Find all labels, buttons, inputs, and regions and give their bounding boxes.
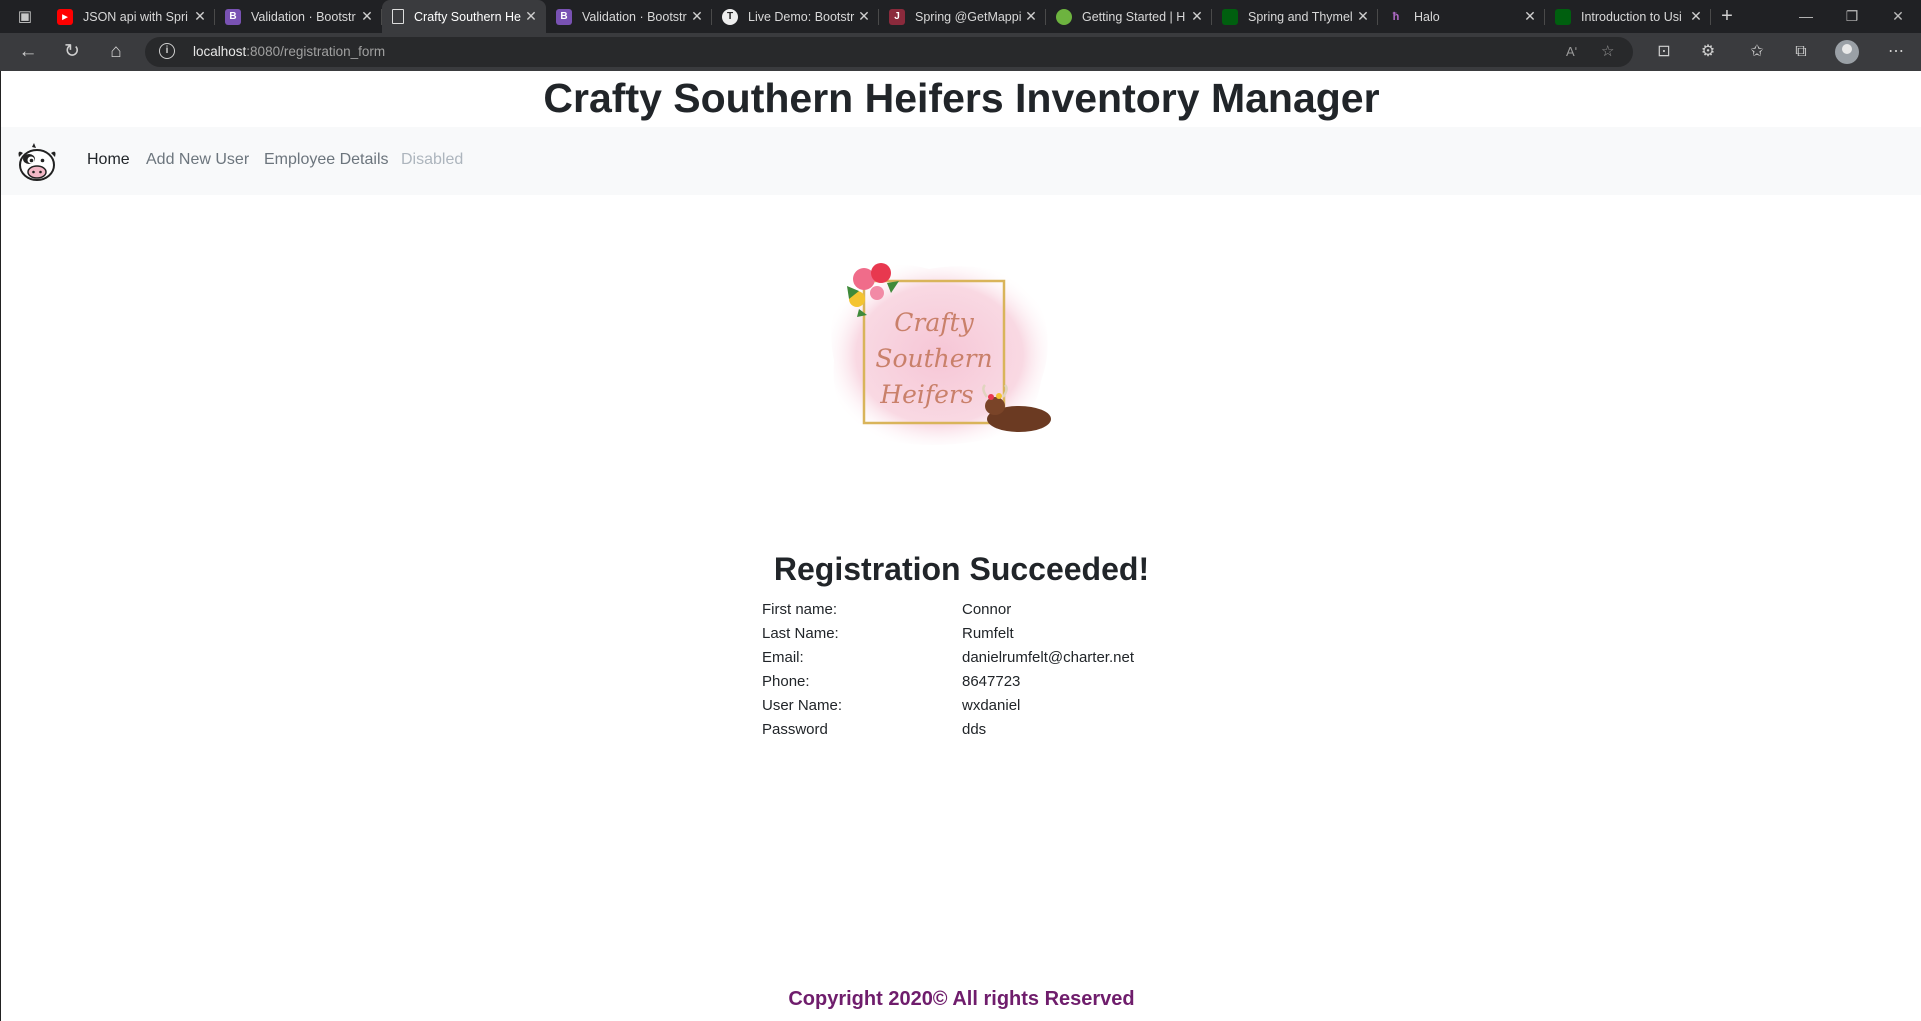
more-menu-icon[interactable]: ⋯ — [1882, 38, 1910, 66]
tab-actions-icon[interactable]: ▣ — [14, 0, 36, 33]
url-path: :8080/registration_form — [246, 44, 386, 59]
logo-text-line: Heifers — [879, 380, 973, 409]
url-host: localhost — [193, 44, 247, 59]
tab-title: Spring @GetMappi — [915, 9, 1022, 24]
tab-title: Validation · Bootstr — [582, 9, 687, 24]
field-row: Email: danielrumfelt@charter.net — [762, 649, 1362, 673]
java-icon: J — [889, 8, 905, 25]
tab-title: Halo — [1414, 9, 1440, 24]
close-tab-icon[interactable]: ✕ — [1022, 8, 1040, 25]
browser-tab[interactable]: J Spring @GetMappi ✕ — [879, 0, 1046, 33]
app-available-icon[interactable]: ⊡ — [1650, 38, 1678, 66]
browser-toolbar: ← ↻ ⌂ i localhost:8080/registration_form… — [0, 33, 1921, 71]
halo-icon: ћ — [1392, 10, 1400, 23]
thymeleaf-icon — [1222, 8, 1238, 25]
tab-title: Crafty Southern He — [414, 9, 521, 24]
browser-tab[interactable]: Introduction to Usi ✕ — [1545, 0, 1711, 33]
nav-disabled: Disabled — [401, 151, 464, 168]
url-text: localhost:8080/registration_form — [193, 37, 385, 67]
close-tab-icon[interactable]: ✕ — [191, 8, 209, 25]
close-tab-icon[interactable]: ✕ — [522, 8, 540, 25]
field-row: Phone: 8647723 — [762, 673, 1362, 697]
site-title: Crafty Southern Heifers Inventory Manage… — [543, 75, 1380, 121]
field-row: First name: Connor — [762, 601, 1362, 625]
profile-avatar[interactable] — [1835, 40, 1859, 64]
browser-tab[interactable]: B Validation · Bootstr ✕ — [546, 0, 712, 33]
read-aloud-icon[interactable]: Aʹ — [1566, 37, 1577, 67]
back-arrow-icon[interactable]: ← — [14, 38, 42, 66]
collections-icon[interactable]: ⧉ — [1787, 38, 1815, 66]
close-window-icon[interactable]: ✕ — [1875, 0, 1921, 33]
field-row: User Name: wxdaniel — [762, 697, 1362, 721]
browser-tab[interactable]: ћ Halo ✕ — [1378, 0, 1545, 33]
page-icon — [392, 9, 404, 24]
field-value: dds — [962, 721, 987, 738]
footer-copyright: Copyright 2020© All rights Reserved — [788, 988, 1135, 1010]
browser-tab[interactable]: B Validation · Bootstr ✕ — [215, 0, 382, 33]
tab-title: Validation · Bootstr — [251, 9, 356, 24]
field-label: Email: — [762, 649, 804, 666]
browser-tab[interactable]: T Live Demo: Bootstr ✕ — [712, 0, 879, 33]
favorite-add-icon[interactable]: ☆ — [1601, 37, 1614, 67]
extensions-icon[interactable]: ⚙ — [1694, 38, 1722, 66]
tab-title: Introduction to Usi — [1581, 9, 1682, 24]
close-tab-icon[interactable]: ✕ — [1687, 8, 1705, 25]
tab-title: Spring and Thymel — [1248, 9, 1353, 24]
field-label: Password — [762, 721, 828, 738]
youtube-icon: ▶ — [57, 8, 73, 25]
site-info-icon[interactable]: i — [159, 43, 175, 59]
bootstrap-icon: B — [556, 8, 572, 25]
logo-text-line: Crafty — [894, 308, 974, 337]
field-label: User Name: — [762, 697, 843, 714]
browser-tab[interactable]: Getting Started | H ✕ — [1046, 0, 1212, 33]
field-label: First name: — [762, 601, 838, 618]
browser-tab-active[interactable]: Crafty Southern He ✕ — [382, 0, 546, 33]
close-tab-icon[interactable]: ✕ — [688, 8, 706, 25]
close-tab-icon[interactable]: ✕ — [358, 8, 376, 25]
browser-tab[interactable]: ▶ JSON api with Spri ✕ — [47, 0, 215, 33]
reload-icon[interactable]: ↻ — [58, 38, 86, 66]
browser-tab[interactable]: Spring and Thymel ✕ — [1212, 0, 1378, 33]
registration-result-title: Registration Succeeded! — [773, 551, 1150, 587]
brand-logo-image: Crafty Southern Heifers — [831, 263, 1051, 445]
address-bar[interactable]: i localhost:8080/registration_form Aʹ ☆ — [145, 37, 1633, 67]
spring-icon — [1056, 8, 1072, 25]
field-label: Phone: — [762, 673, 810, 690]
tab-title: Live Demo: Bootstr — [748, 9, 855, 24]
field-label: Last Name: — [762, 625, 839, 642]
nav-home[interactable]: Home — [87, 151, 130, 169]
logo-text-line: Southern — [875, 344, 992, 373]
field-row: Last Name: Rumfelt — [762, 625, 1362, 649]
bootstrap-icon: B — [225, 8, 241, 25]
minimize-icon[interactable]: — — [1783, 0, 1829, 33]
browser-tab-strip: ▣ ▶ JSON api with Spri ✕ B Validation · … — [0, 0, 1921, 33]
tab-title: Getting Started | H — [1082, 9, 1186, 24]
home-icon[interactable]: ⌂ — [102, 38, 130, 66]
favorites-icon[interactable]: ✩ — [1743, 38, 1771, 66]
field-value: 8647723 — [962, 673, 1021, 690]
field-value: Connor — [962, 601, 1012, 618]
page-content: Crafty Southern Heifers Inventory Manage… — [0, 71, 1921, 1021]
field-value: Rumfelt — [962, 625, 1014, 642]
close-tab-icon[interactable]: ✕ — [1188, 8, 1206, 25]
cow-logo-icon[interactable] — [15, 141, 59, 183]
tutorialrepublic-icon: T — [722, 8, 738, 25]
close-tab-icon[interactable]: ✕ — [855, 8, 873, 25]
field-row: Password dds — [762, 721, 1362, 745]
thymeleaf-icon — [1555, 8, 1571, 25]
nav-add-new-user[interactable]: Add New User — [146, 151, 249, 169]
restore-icon[interactable]: ❐ — [1829, 0, 1875, 33]
nav-employee-details[interactable]: Employee Details — [264, 151, 389, 169]
navbar: Home Add New User Employee Details Disab… — [1, 127, 1921, 195]
close-tab-icon[interactable]: ✕ — [1354, 8, 1372, 25]
field-value: danielrumfelt@charter.net — [962, 649, 1134, 666]
tab-title: JSON api with Spri — [83, 9, 188, 24]
close-tab-icon[interactable]: ✕ — [1521, 8, 1539, 25]
field-value: wxdaniel — [962, 697, 1021, 714]
new-tab-button[interactable]: + — [1715, 0, 1739, 33]
